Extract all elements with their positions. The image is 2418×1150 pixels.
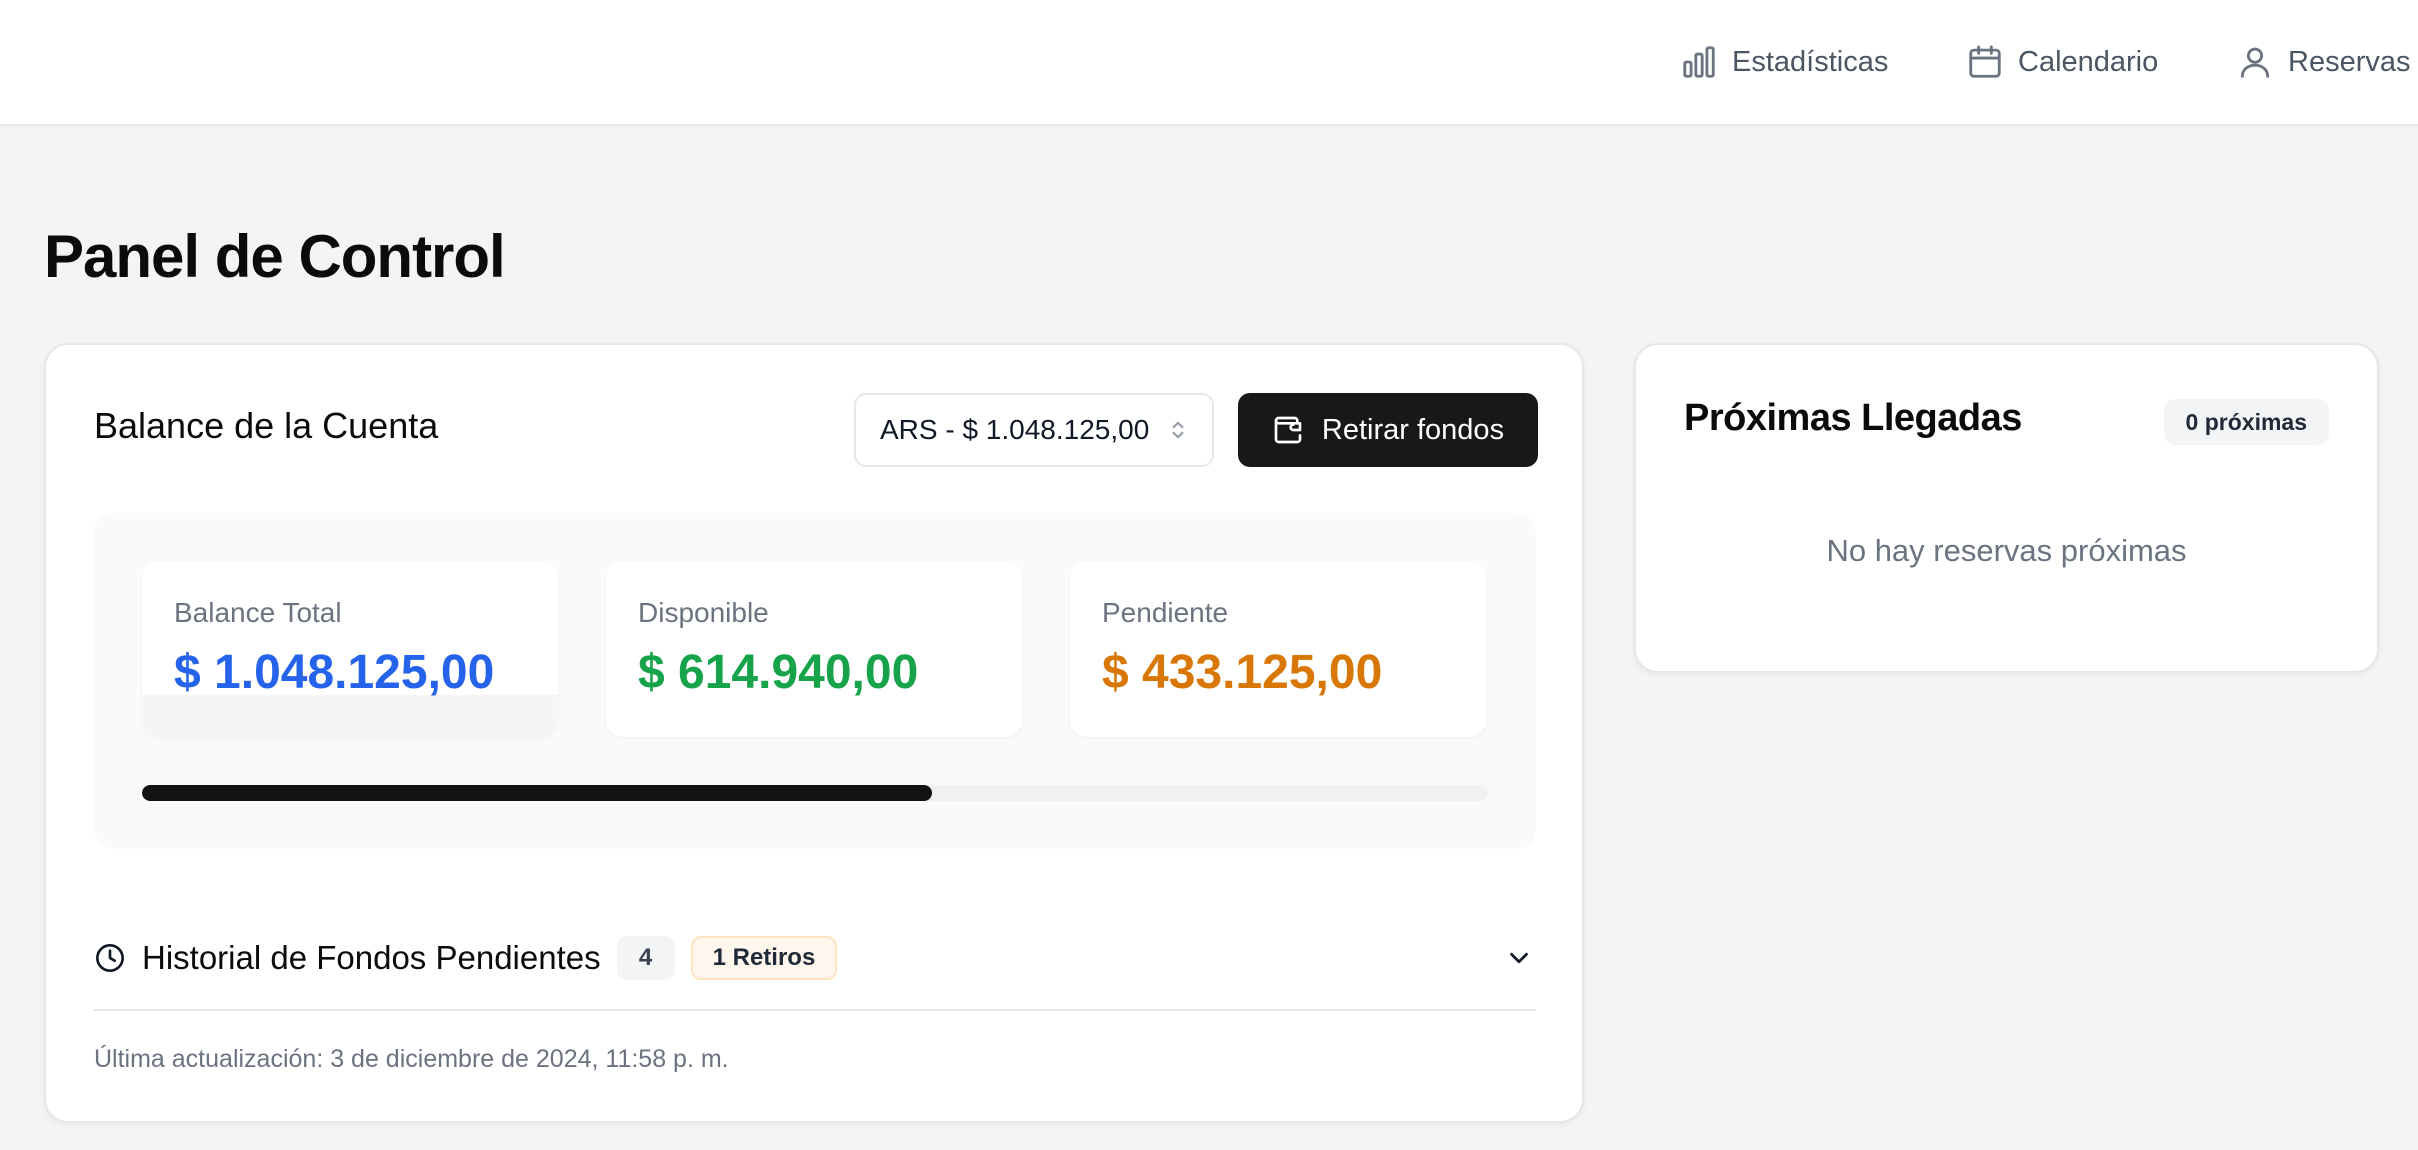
wallet-icon	[1274, 416, 1302, 444]
chevron-down-icon[interactable]	[1504, 943, 1534, 973]
nav-item-estadisticas[interactable]: Estadísticas	[1680, 40, 1888, 84]
available-progress-bar	[142, 785, 1488, 801]
nav-item-label: Reservas	[2288, 45, 2411, 78]
withdraw-funds-button[interactable]: Retirar fondos	[1238, 393, 1538, 467]
stat-label: Balance Total	[174, 597, 342, 628]
pending-funds-history-toggle[interactable]: Historial de Fondos Pendientes 4 1 Retir…	[94, 913, 1536, 1003]
balance-card-title: Balance de la Cuenta	[94, 405, 439, 446]
history-title: Historial de Fondos Pendientes	[142, 939, 601, 976]
page-title: Panel de Control	[44, 223, 506, 290]
nav-item-calendario[interactable]: Calendario	[1966, 40, 2158, 84]
stat-label: Disponible	[638, 597, 769, 628]
nav-item-label: Estadísticas	[1732, 45, 1889, 78]
upcoming-arrivals-card: Próximas Llegadas 0 próximas No hay rese…	[1634, 343, 2379, 673]
bar-chart-icon	[1683, 46, 1715, 78]
stat-tint	[142, 695, 558, 737]
stat-value: $ 433.125,00	[1102, 646, 1383, 699]
currency-select-value: ARS - $ 1.048.125,00	[880, 414, 1150, 445]
nav-item-reservas[interactable]: Reservas	[2236, 40, 2411, 84]
withdraw-funds-label: Retirar fondos	[1321, 413, 1505, 446]
balance-stats-panel: Balance Total $ 1.048.125,00 Disponible …	[94, 513, 1536, 849]
currency-select[interactable]: ARS - $ 1.048.125,00	[854, 393, 1214, 467]
user-icon	[2240, 47, 2270, 78]
withdrawals-badge: 1 Retiros	[690, 936, 838, 980]
account-balance-card: Balance de la Cuenta ARS - $ 1.048.125,0…	[44, 343, 1584, 1123]
stat-available: Disponible $ 614.940,00	[606, 561, 1022, 737]
nav-item-label: Calendario	[2018, 45, 2159, 78]
available-progress-fill	[142, 785, 933, 801]
last-updated-text: Última actualización: 3 de diciembre de …	[94, 1045, 729, 1073]
clock-icon	[96, 944, 124, 972]
stat-total-balance: Balance Total $ 1.048.125,00	[142, 561, 558, 737]
divider	[94, 1009, 1536, 1011]
stat-value: $ 1.048.125,00	[174, 646, 495, 699]
stat-value: $ 614.940,00	[638, 646, 919, 699]
calendar-icon	[1969, 45, 2001, 78]
empty-state-text: No hay reservas próximas	[1826, 533, 2187, 568]
chevron-up-down-icon	[1172, 421, 1184, 439]
top-navbar: Estadísticas Calendario Reservas	[0, 0, 2418, 126]
stat-label: Pendiente	[1102, 597, 1229, 628]
upcoming-count-badge: 0 próximas	[2163, 399, 2329, 445]
stat-pending: Pendiente $ 433.125,00	[1070, 561, 1486, 737]
history-count-badge: 4	[616, 936, 675, 980]
arrivals-title: Próximas Llegadas	[1684, 397, 2022, 439]
